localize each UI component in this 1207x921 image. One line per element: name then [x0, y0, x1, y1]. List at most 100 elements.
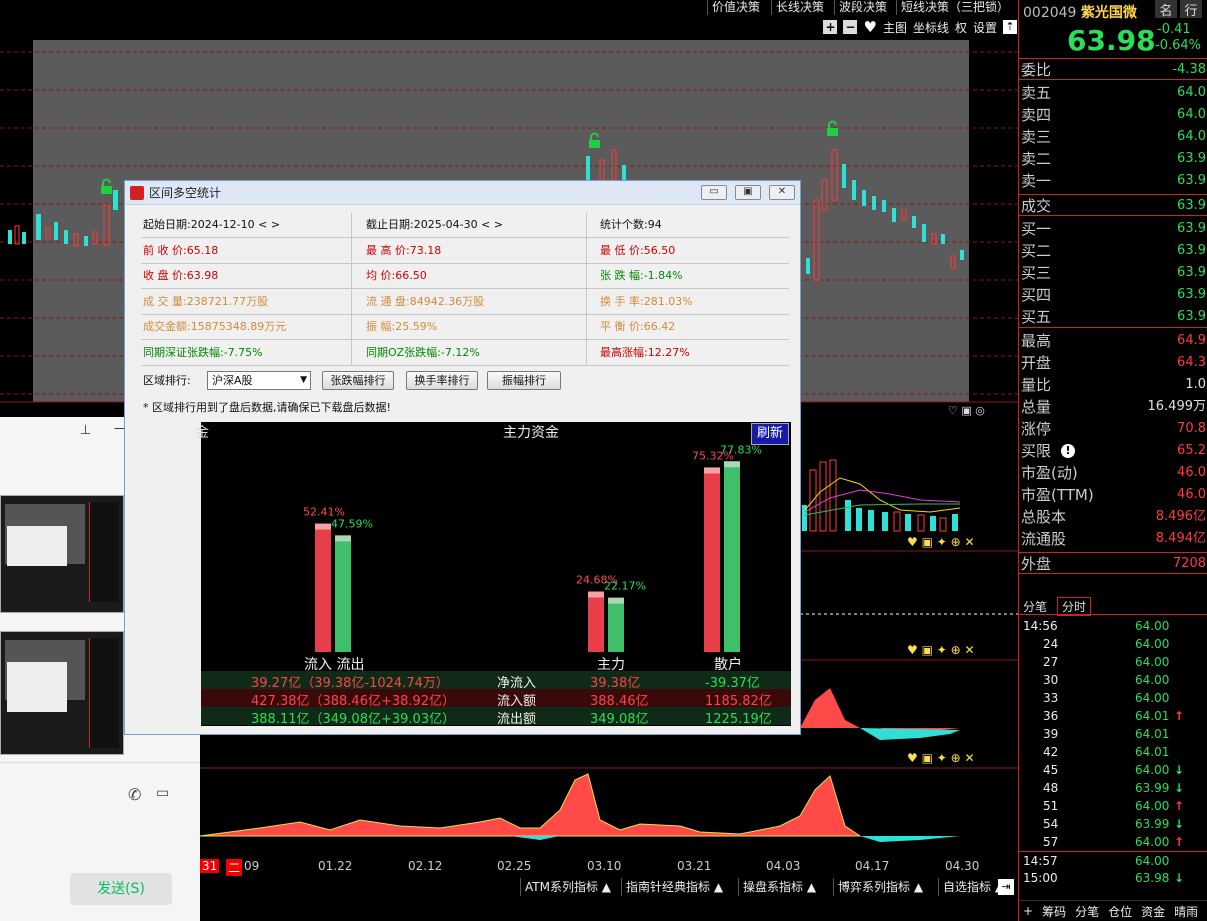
buy-row: 买三 63.9 — [1019, 262, 1207, 284]
sell-label: 卖五 — [1021, 84, 1052, 102]
bar-cap — [704, 467, 720, 474]
tab-fenshi[interactable]: 分时 — [1057, 597, 1092, 616]
tick-row: 54 63.99 ↓ — [1019, 815, 1207, 833]
send-button[interactable]: 发送(S) — [70, 873, 172, 905]
operation-indicator-tab[interactable]: 操盘系指标 ▲ — [738, 878, 820, 896]
grid-line — [586, 213, 587, 366]
tick-row: 27 64.00 — [1019, 653, 1207, 671]
table-row: 388.11亿（349.08亿+39.03亿） 流出额 349.08亿 1225… — [201, 707, 791, 727]
close-button[interactable]: ✕ — [769, 185, 795, 200]
tick-price: 64.00 — [1135, 673, 1170, 687]
plus-icon[interactable]: + — [1023, 904, 1033, 918]
arrow-right-icon[interactable]: ⇥ — [998, 879, 1014, 895]
tab-fenbi-bottom[interactable]: 分笔 — [1075, 903, 1099, 920]
stock-title: 002049 紫光国微 — [1023, 2, 1137, 22]
sell-label: 卖二 — [1021, 150, 1052, 168]
screenshot-image[interactable] — [0, 631, 124, 755]
tick-price: 64.01 — [1135, 709, 1170, 723]
sell-value: 63.9 — [1177, 151, 1206, 166]
rank-amplitude-button[interactable]: 振幅排行 — [487, 371, 561, 390]
stat-value: 70.8 — [1177, 421, 1206, 436]
rank-turnover-button[interactable]: 换手率排行 — [406, 371, 478, 390]
dialog-titlebar[interactable]: 区间多空统计 ▭ ▣ ✕ — [125, 181, 800, 205]
panel-title: 主力资金 — [503, 425, 559, 441]
tick-row: 57 64.00 ↑ — [1019, 833, 1207, 851]
sell-label: 卖四 — [1021, 106, 1052, 124]
tick-time: 15:00 — [1023, 871, 1058, 885]
minimize-button[interactable]: ▭ — [701, 185, 727, 200]
stats-grid: 起始日期:2024-12-10 < > 截止日期:2025-04-30 < > 统计… — [141, 213, 789, 373]
tab-position[interactable]: 仓位 — [1108, 903, 1132, 920]
row-button[interactable]: 行 — [1180, 0, 1202, 19]
indicator-panel-icons-3[interactable]: ♥ ▣ ✦ ⊕ ✕ — [907, 751, 1018, 765]
bar-cap — [588, 591, 604, 598]
bar-cap — [724, 461, 740, 468]
buy-value: 63.9 — [1177, 243, 1206, 258]
stock-name: 紫光国微 — [1080, 5, 1137, 21]
capital-panel: 金 主力资金 刷新 52.41% 47.59% 24.68% 22.17% 75.32%… — [195, 422, 791, 727]
tab-fenbi[interactable]: 分笔 — [1023, 598, 1047, 615]
tick-time: 14:56 — [1023, 619, 1058, 633]
buy-label: 买四 — [1021, 286, 1052, 304]
maximize-button[interactable]: ▣ — [735, 185, 761, 200]
tick-arrow-icon: ↑ — [1174, 799, 1185, 813]
screenshot-image[interactable] — [0, 495, 124, 613]
phone-icon[interactable]: ✆ — [128, 785, 141, 804]
pin-icon[interactable]: ⊥ — [80, 423, 91, 438]
stat-cell: 收 盘 价:63.98 — [143, 269, 219, 282]
name-button[interactable]: 名 — [1155, 0, 1177, 19]
chevron-down-icon: ▼ — [300, 375, 307, 385]
atm-indicator-tab[interactable]: ATM系列指标 ▲ — [520, 878, 615, 896]
date-tick: 02.12 — [408, 859, 443, 873]
compass-indicator-tab[interactable]: 指南针经典指标 ▲ — [621, 878, 727, 896]
stat-cell[interactable]: 截止日期:2025-04-30 < > — [366, 214, 503, 236]
region-select[interactable]: 沪深A股 ▼ — [207, 371, 311, 390]
sell-label: 卖一 — [1021, 172, 1052, 190]
stat-cell: 均 价:66.50 — [366, 269, 427, 282]
weibi-label: 委比 — [1021, 61, 1052, 79]
stat-value: 1.0 — [1185, 377, 1206, 392]
volume-panel-icons[interactable]: ♡ ▣ ◎ — [948, 404, 1018, 418]
table-cell: 388.11亿（349.08亿+39.03亿） — [251, 712, 456, 727]
stat-cell[interactable]: 起始日期:2024-12-10 < > — [143, 214, 280, 236]
stat-cell: 最高涨幅:12.27% — [600, 345, 690, 359]
buy-row: 买二 63.9 — [1019, 240, 1207, 262]
stat-label: 总股本 — [1021, 508, 1067, 526]
tab-funds[interactable]: 资金 — [1141, 903, 1165, 920]
stat-value: 16.499万 — [1147, 399, 1207, 414]
region-label: 区域排行: — [143, 374, 191, 387]
price-change: -0.41 — [1157, 22, 1191, 37]
quote-bottom-tabs: + 筹码 分笔 仓位 资金 晴雨 — [1019, 900, 1207, 921]
tab-chouma[interactable]: 筹码 — [1042, 903, 1066, 920]
grid-line — [141, 339, 789, 340]
buy-label: 买二 — [1021, 242, 1052, 260]
bar-value-label: 47.59% — [331, 517, 373, 530]
range-stats-dialog: 区间多空统计 ▭ ▣ ✕ 起始日期:2024-12-10 < > 截止日期:202… — [124, 180, 801, 735]
video-icon[interactable]: ▭ — [156, 785, 169, 801]
tick-row: 14:57 64.00 — [1019, 851, 1207, 869]
tick-price: 63.99 — [1135, 817, 1170, 831]
game-indicator-tab[interactable]: 博弈系列指标 ▲ — [833, 878, 927, 896]
region-select-value: 沪深A股 — [212, 374, 253, 387]
indicator-panel-icons-1[interactable]: ♥ ▣ ✦ ⊕ ✕ — [907, 535, 1018, 549]
buy-row: 买五 63.9 — [1019, 306, 1207, 328]
indicator-panel-icons-2[interactable]: ♥ ▣ ✦ ⊕ ✕ — [907, 643, 1018, 657]
tick-price: 64.01 — [1135, 727, 1170, 741]
tick-row: 24 64.00 — [1019, 635, 1207, 653]
tick-row: 42 64.01 — [1019, 743, 1207, 761]
tick-price: 64.00 — [1135, 691, 1170, 705]
tab-weather[interactable]: 晴雨 — [1174, 903, 1198, 920]
grid-line — [141, 364, 789, 366]
grid-line — [141, 262, 789, 264]
rank-change-button[interactable]: 张跌幅排行 — [322, 371, 394, 390]
tick-price: 64.00 — [1135, 799, 1170, 813]
outflow-bar — [724, 461, 740, 652]
tick-price: 64.01 — [1135, 745, 1170, 759]
stat-value: 65.2 — [1177, 443, 1206, 458]
warning-icon: ! — [1061, 444, 1075, 458]
sell-value: 63.9 — [1177, 173, 1206, 188]
tick-tabs: 分笔 分时 — [1019, 597, 1207, 616]
date-tick: 二 — [226, 859, 243, 876]
date-tick: 03.10 — [587, 859, 622, 873]
stat-label: 市盈(动) — [1021, 464, 1078, 482]
